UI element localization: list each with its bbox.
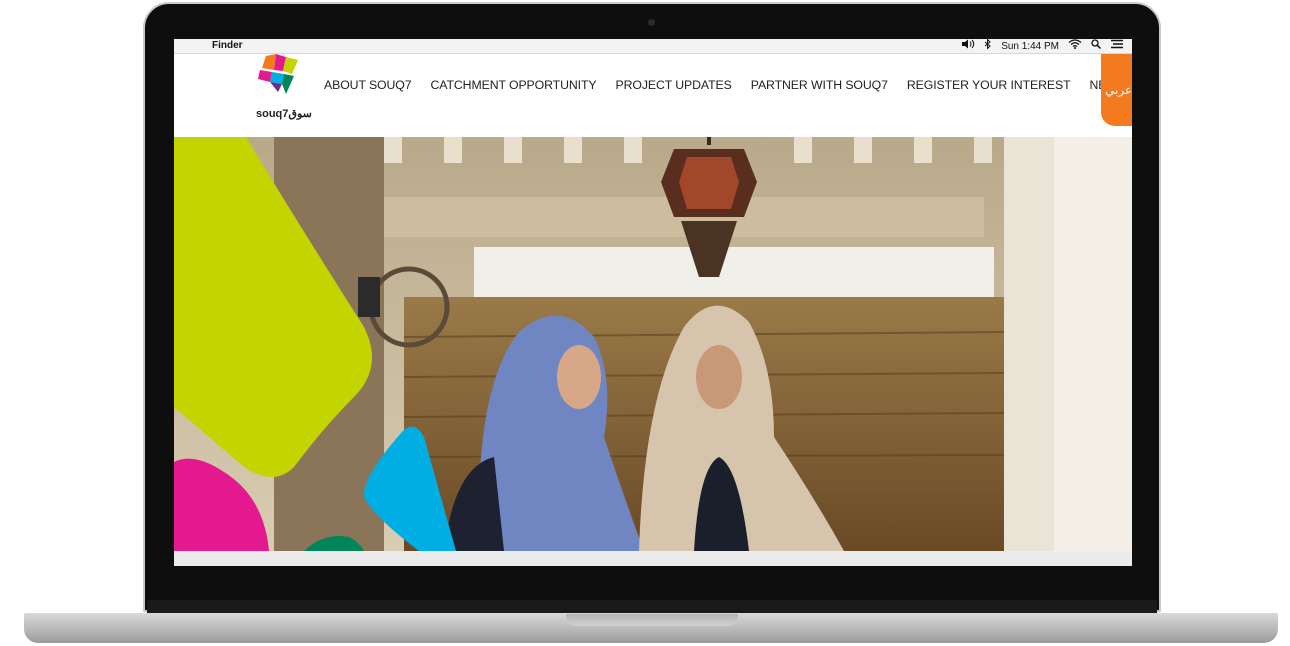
laptop-notch <box>566 614 738 626</box>
laptop-screen: Finder Sun 1:44 PM souq7سوق ABOUT SOUQ7 … <box>174 39 1132 566</box>
volume-icon[interactable] <box>961 39 975 54</box>
menubar-app-name[interactable]: Finder <box>212 39 243 53</box>
search-icon[interactable] <box>1091 39 1102 54</box>
nav-catchment-opportunity[interactable]: CATCHMENT OPPORTUNITY <box>431 78 597 92</box>
screen-bottom-bar <box>174 551 1132 566</box>
camera-icon <box>648 19 655 26</box>
hero-photo-illustration <box>174 137 1132 551</box>
menubar-datetime[interactable]: Sun 1:44 PM <box>1001 40 1059 54</box>
menubar-status: Sun 1:44 PM <box>961 39 1124 54</box>
logo-wordmark: souq7سوق <box>256 108 312 120</box>
main-nav: ABOUT SOUQ7 CATCHMENT OPPORTUNITY PROJEC… <box>324 78 1132 92</box>
wifi-icon[interactable] <box>1068 39 1082 54</box>
bluetooth-icon[interactable] <box>984 39 992 54</box>
mac-menubar: Finder Sun 1:44 PM <box>174 39 1132 54</box>
nav-about-souq7[interactable]: ABOUT SOUQ7 <box>324 78 412 92</box>
laptop-hinge <box>147 600 1157 614</box>
nav-partner-with-souq7[interactable]: PARTNER WITH SOUQ7 <box>751 78 888 92</box>
site-header: souq7سوق ABOUT SOUQ7 CATCHMENT OPPORTUNI… <box>174 54 1132 137</box>
nav-project-updates[interactable]: PROJECT UPDATES <box>615 78 731 92</box>
language-toggle-button[interactable]: عربي <box>1101 54 1132 126</box>
nav-register-your-interest[interactable]: REGISTER YOUR INTEREST <box>907 78 1071 92</box>
hero-image <box>174 137 1132 551</box>
list-icon[interactable] <box>1110 39 1124 54</box>
